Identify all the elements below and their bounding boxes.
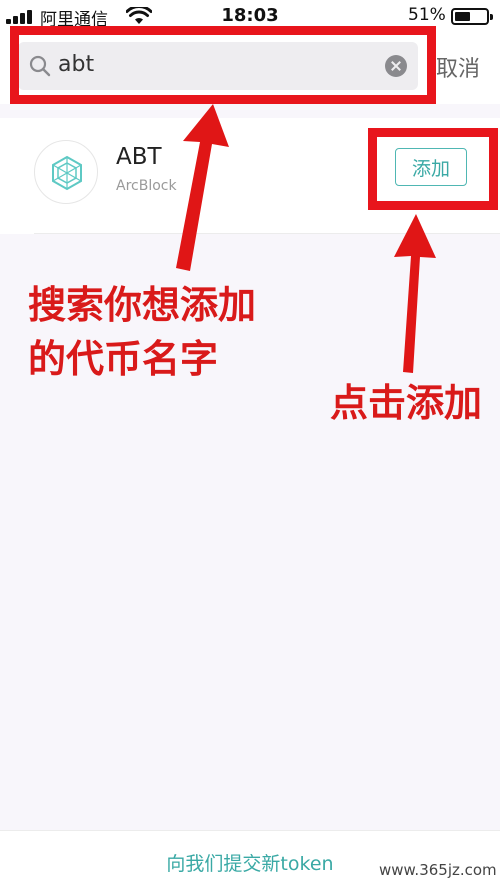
token-name: ArcBlock — [116, 178, 177, 194]
annotation-add-hint: 点击添加 — [330, 381, 483, 425]
add-button[interactable]: 添加 — [395, 148, 467, 186]
cancel-button[interactable]: 取消 — [436, 51, 480, 83]
watermark: www.365jz.com — [375, 860, 500, 880]
annotation-search-line2: 的代币名字 — [28, 337, 219, 381]
search-highlight-box — [10, 26, 436, 104]
token-symbol: ABT — [116, 144, 162, 170]
arrow-to-add — [394, 214, 436, 373]
battery-percentage: 51% — [408, 5, 446, 25]
arcblock-logo-icon — [34, 140, 98, 204]
battery-icon — [451, 8, 493, 25]
annotation-search-line1: 搜索你想添加 — [28, 283, 257, 327]
divider — [34, 233, 500, 234]
